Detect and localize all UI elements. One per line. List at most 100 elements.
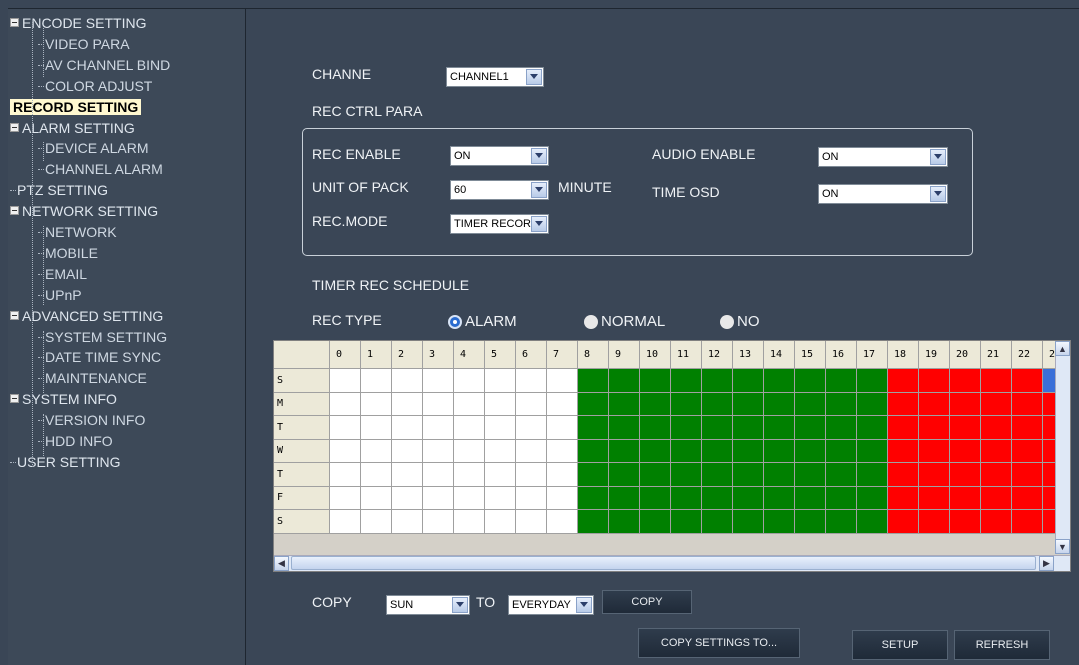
schedule-cell[interactable] [361,486,392,510]
schedule-cell[interactable] [950,392,981,416]
schedule-cell[interactable] [547,369,578,393]
schedule-cell[interactable] [795,392,826,416]
sidebar-item[interactable]: UPnP [38,287,82,303]
schedule-cell[interactable] [888,439,919,463]
schedule-cell[interactable] [671,510,702,534]
schedule-cell[interactable] [1012,510,1043,534]
schedule-cell[interactable] [454,439,485,463]
schedule-cell[interactable] [578,510,609,534]
schedule-cell[interactable] [330,369,361,393]
minus-box-icon[interactable] [10,310,19,320]
copy-from-select[interactable]: SUN [386,595,470,615]
schedule-cell[interactable] [671,369,702,393]
schedule-cell[interactable] [609,392,640,416]
schedule-cell[interactable] [702,392,733,416]
schedule-cell[interactable] [485,510,516,534]
schedule-cell[interactable] [640,369,671,393]
schedule-cell[interactable] [950,463,981,487]
schedule-cell[interactable] [795,510,826,534]
schedule-cell[interactable] [981,416,1012,440]
schedule-cell[interactable] [392,369,423,393]
sidebar-item[interactable]: ENCODE SETTING [10,15,146,31]
schedule-cell[interactable] [950,439,981,463]
time-osd-select[interactable]: ON [818,184,948,204]
schedule-cell[interactable] [981,463,1012,487]
schedule-cell[interactable] [1012,369,1043,393]
schedule-cell[interactable] [640,392,671,416]
schedule-cell[interactable] [857,463,888,487]
schedule-cell[interactable] [516,463,547,487]
schedule-cell[interactable] [547,486,578,510]
schedule-cell[interactable] [795,486,826,510]
schedule-cell[interactable] [826,486,857,510]
schedule-cell[interactable] [950,486,981,510]
rec-enable-select[interactable]: ON [450,146,549,166]
schedule-cell[interactable] [702,486,733,510]
schedule-cell[interactable] [826,439,857,463]
schedule-cell[interactable] [609,486,640,510]
chevron-down-icon[interactable] [930,186,946,202]
minus-box-icon[interactable] [10,394,19,404]
sidebar-item[interactable]: VIDEO PARA [38,36,130,52]
refresh-button[interactable]: REFRESH [954,630,1050,660]
schedule-cell[interactable] [609,510,640,534]
schedule-cell[interactable] [950,416,981,440]
schedule-cell[interactable] [671,416,702,440]
audio-enable-select[interactable]: ON [818,147,948,167]
schedule-cell[interactable] [857,486,888,510]
sidebar-item[interactable]: HDD INFO [38,433,113,449]
schedule-cell[interactable] [330,392,361,416]
minus-box-icon[interactable] [10,122,19,132]
schedule-cell[interactable] [454,416,485,440]
schedule-cell[interactable] [516,416,547,440]
schedule-cell[interactable] [516,486,547,510]
schedule-cell[interactable] [888,486,919,510]
schedule-cell[interactable] [423,510,454,534]
schedule-cell[interactable] [950,510,981,534]
channel-select[interactable]: CHANNEL1 [446,67,544,87]
schedule-cell[interactable] [857,416,888,440]
schedule-cell[interactable] [919,463,950,487]
schedule-cell[interactable] [764,463,795,487]
schedule-cell[interactable] [733,369,764,393]
schedule-cell[interactable] [423,416,454,440]
schedule-cell[interactable] [919,439,950,463]
schedule-cell[interactable] [547,439,578,463]
schedule-cell[interactable] [578,463,609,487]
schedule-cell[interactable] [764,369,795,393]
schedule-cell[interactable] [702,416,733,440]
schedule-cell[interactable] [702,463,733,487]
sidebar-item[interactable]: ALARM SETTING [10,120,135,136]
schedule-cell[interactable] [764,439,795,463]
rec-type-alarm-radio[interactable]: ALARM [448,313,517,330]
chevron-down-icon[interactable] [526,69,542,85]
schedule-grid[interactable]: 0 1 2 3 4 5 6 7 8 9 10 11 12 13 14 15 16 17 18 19 20 21 22 2 S M T… [273,340,1071,572]
schedule-cell[interactable] [330,463,361,487]
sidebar-item[interactable]: VERSION INFO [38,412,145,428]
schedule-cell[interactable] [423,369,454,393]
sidebar-item[interactable]: RECORD SETTING [10,98,142,115]
copy-settings-button[interactable]: COPY SETTINGS TO... [638,628,800,658]
schedule-cell[interactable] [640,486,671,510]
setup-button[interactable]: SETUP [852,630,948,660]
schedule-cell[interactable] [640,463,671,487]
schedule-cell[interactable] [826,463,857,487]
schedule-cell[interactable] [609,463,640,487]
schedule-cell[interactable] [392,463,423,487]
schedule-cell[interactable] [981,439,1012,463]
schedule-cell[interactable] [392,392,423,416]
schedule-cell[interactable] [547,416,578,440]
sidebar-item[interactable]: EMAIL [38,266,87,282]
sidebar-item[interactable]: USER SETTING [10,454,120,470]
chevron-down-icon[interactable] [531,182,547,198]
schedule-cell[interactable] [423,392,454,416]
schedule-cell[interactable] [454,392,485,416]
schedule-cell[interactable] [919,369,950,393]
schedule-cell[interactable] [733,392,764,416]
sidebar-item[interactable]: SYSTEM INFO [10,391,117,407]
schedule-cell[interactable] [361,416,392,440]
chevron-down-icon[interactable] [452,597,468,613]
schedule-cell[interactable] [702,510,733,534]
schedule-cell[interactable] [609,439,640,463]
schedule-cell[interactable] [733,463,764,487]
